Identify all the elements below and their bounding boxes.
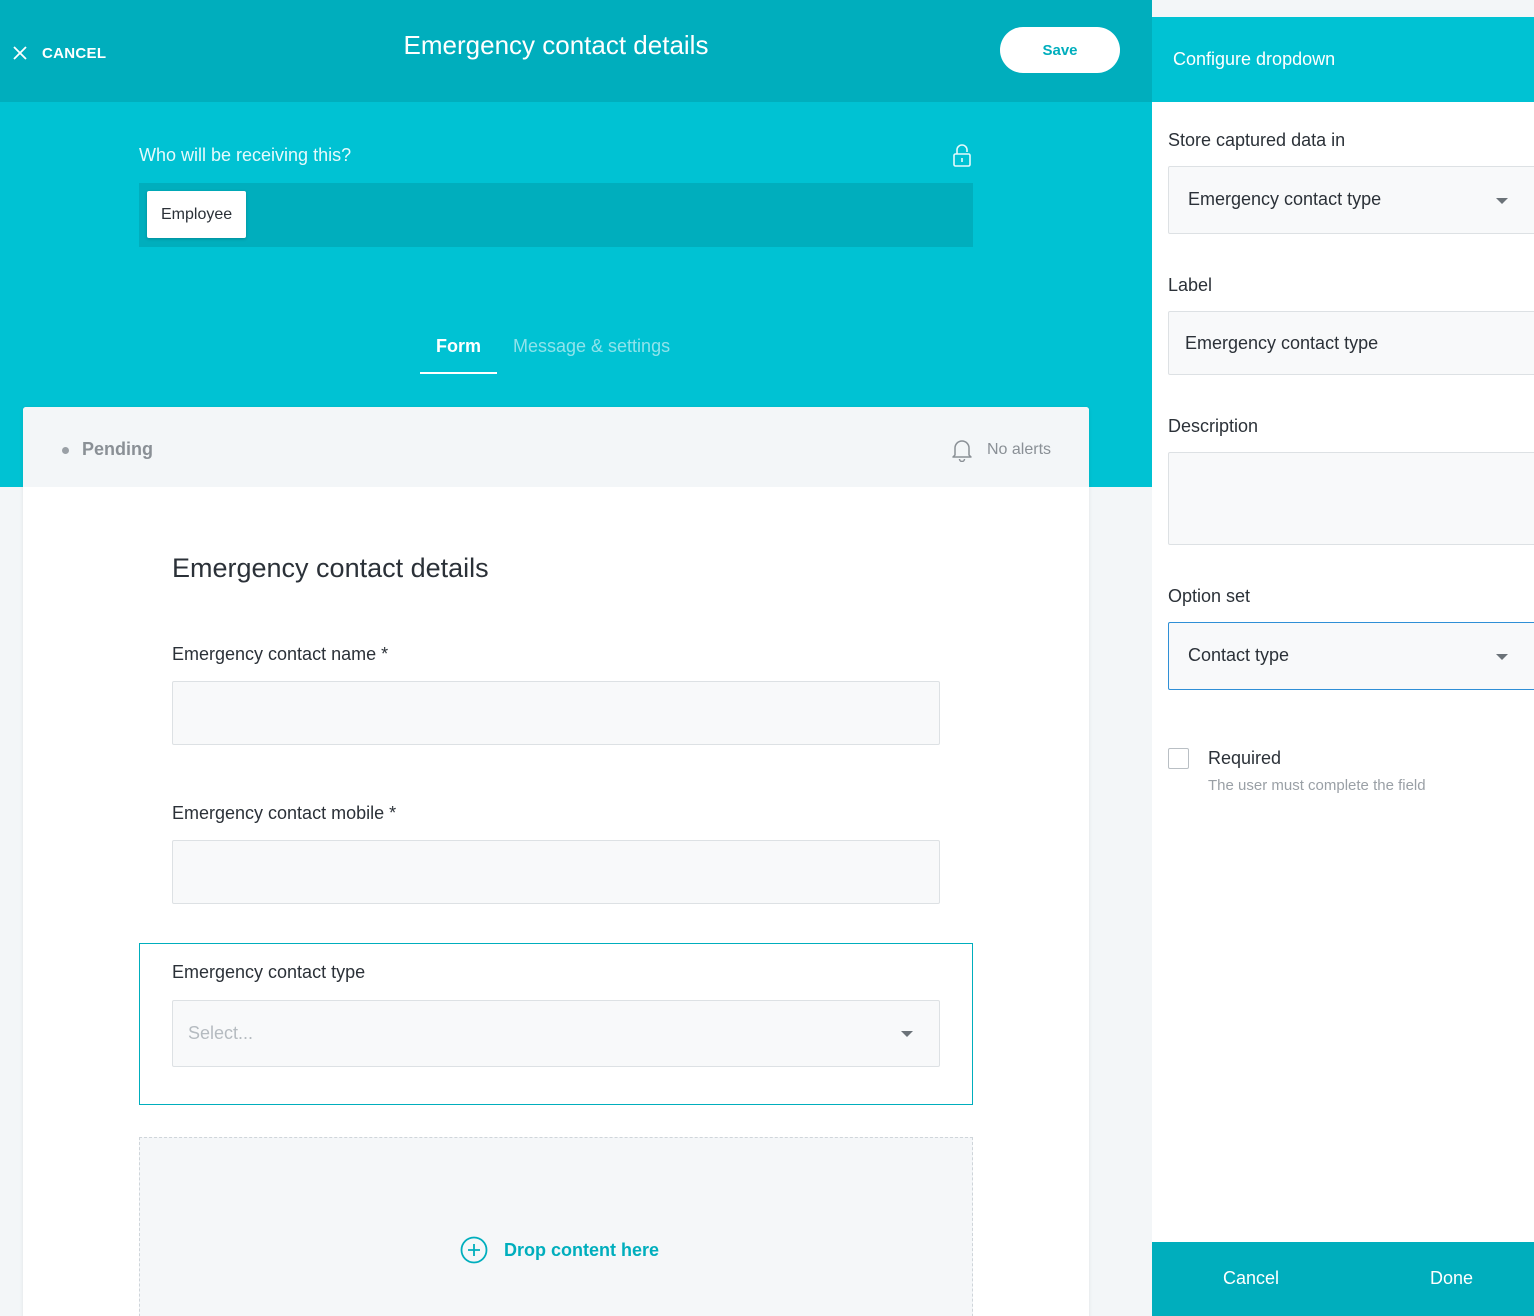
bell-icon[interactable] [951,438,973,462]
mobile-field-label: Emergency contact mobile * [172,803,397,823]
option-set-select[interactable]: Contact type [1168,622,1534,690]
configure-panel: Configure dropdown Store captured data i… [1152,17,1534,1316]
top-bar: CANCEL Emergency contact details Save [0,0,1152,102]
lock-icon [953,144,971,167]
panel-title: Configure dropdown [1173,49,1336,69]
label-input-value: Emergency contact type [1185,333,1379,353]
required-label[interactable]: Required [1208,748,1281,769]
description-input[interactable] [1168,452,1534,545]
chevron-down-icon [1496,198,1508,204]
form-title: Emergency contact details [172,553,489,583]
label-input[interactable]: Emergency contact type [1168,311,1534,375]
option-set-label: Option set [1168,586,1251,606]
status-dot [62,447,69,454]
name-input[interactable] [172,681,940,745]
mobile-input[interactable] [172,840,940,904]
description-label: Description [1168,416,1259,436]
store-select[interactable]: Emergency contact type [1168,166,1534,234]
recipient-chip[interactable]: Employee [147,191,247,238]
page-title: Emergency contact details [403,30,709,60]
status-label: Pending [82,439,153,459]
card-header: Pending No alerts [23,407,1089,487]
drop-zone[interactable]: Drop content here [139,1137,973,1316]
store-label: Store captured data in [1168,130,1346,150]
plus-circle-icon [460,1236,488,1264]
tab-message-settings[interactable]: Message & settings [497,326,686,374]
required-help-text: The user must complete the field [1208,777,1426,794]
panel-header: Configure dropdown [1152,17,1534,102]
required-checkbox[interactable] [1168,748,1189,769]
chevron-down-icon [1496,654,1508,660]
store-select-value: Emergency contact type [1188,189,1382,209]
alerts-label[interactable]: No alerts [987,441,1051,459]
panel-footer: Cancel Done [1152,1242,1534,1316]
name-field-label: Emergency contact name * [172,644,389,664]
form-card: Pending No alerts Emergency contact deta… [23,407,1089,1316]
recipients-label: Who will be receiving this? [139,145,352,165]
type-select-placeholder: Select... [188,1023,254,1043]
chevron-down-icon [901,1031,913,1037]
tab-bar: Form Message & settings [420,326,686,374]
option-set-value: Contact type [1188,645,1290,665]
type-field-label: Emergency contact type [172,962,366,982]
panel-done-button[interactable]: Done [1430,1268,1473,1289]
type-select[interactable]: Select... [172,1000,940,1067]
drop-content-button[interactable]: Drop content here [460,1236,659,1264]
drop-content-label: Drop content here [504,1239,660,1260]
panel-cancel-button[interactable]: Cancel [1223,1268,1279,1289]
recipients-field[interactable]: Employee [139,183,973,247]
save-button[interactable]: Save [1000,27,1120,73]
label-label: Label [1168,275,1213,295]
tab-form[interactable]: Form [420,326,497,374]
